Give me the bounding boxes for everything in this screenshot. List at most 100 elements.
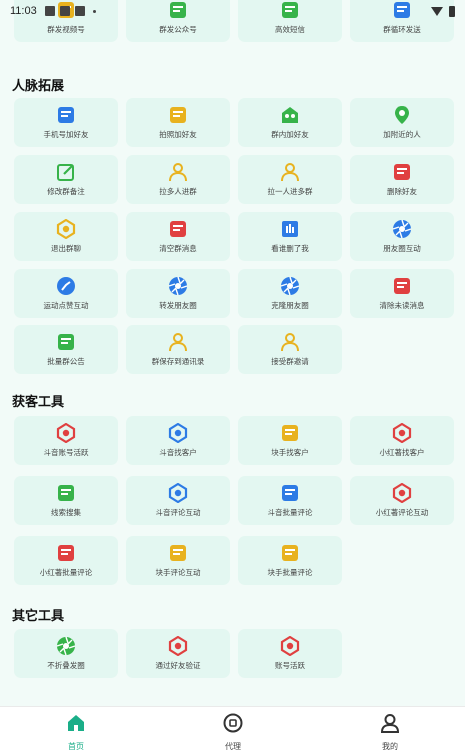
agent-icon <box>223 713 243 737</box>
tool-card[interactable]: 拉多人进群 <box>126 155 230 204</box>
comment-icon <box>168 483 188 503</box>
tool-card[interactable]: 群内加好友 <box>238 98 342 147</box>
tool-card-label: 小红著评论互动 <box>375 508 429 517</box>
exit-icon <box>56 219 76 239</box>
aperture-icon <box>392 219 412 239</box>
tool-card-label: 群发视频号 <box>47 25 85 34</box>
tool-card[interactable]: 块手批量评论 <box>238 536 342 585</box>
tool-card[interactable]: 接受群邀请 <box>238 325 342 374</box>
tool-card[interactable]: 账号活跃 <box>238 629 342 678</box>
nav-tab-label: 代理 <box>225 742 241 750</box>
tool-card[interactable]: 清空群消息 <box>126 212 230 261</box>
tool-card[interactable]: 手机号加好友 <box>14 98 118 147</box>
scroll-area[interactable]: 群发视频号 群发公众号 高效短信 群循环发送 人脉拓展 手机号加好友 拍照加好友 群内加好友 加… <box>0 0 465 706</box>
notification-icon <box>74 6 85 16</box>
tool-card-label: 斗音找客户 <box>159 448 197 457</box>
nav-tab-agent[interactable]: 代理 <box>203 713 263 750</box>
verify-icon <box>168 636 188 656</box>
notification-icon <box>59 6 70 16</box>
tool-card[interactable]: 块手找客户 <box>238 416 342 465</box>
tool-card-label: 看谁删了我 <box>271 244 309 253</box>
phone-contact-icon <box>56 105 76 125</box>
tv-icon <box>56 483 76 503</box>
more-notifications-icon <box>92 9 96 13</box>
status-time: 11:03 <box>10 5 37 17</box>
location-icon <box>392 105 412 125</box>
tool-card[interactable]: 斗音批量评论 <box>238 476 342 525</box>
tool-card[interactable]: 不折叠发圈 <box>14 629 118 678</box>
tool-card[interactable]: 小红著找客户 <box>350 416 454 465</box>
tool-card[interactable]: 拍照加好友 <box>126 98 230 147</box>
tool-card-label: 块手批量评论 <box>267 568 313 577</box>
tool-card[interactable]: 块手评论互动 <box>126 536 230 585</box>
tool-card-label: 斗音批量评论 <box>267 508 313 517</box>
tool-card[interactable]: 小红著批量评论 <box>14 536 118 585</box>
tool-card-label: 删除好友 <box>387 187 417 196</box>
section-title-acquire: 获客工具 <box>12 395 65 410</box>
home-icon <box>66 713 86 737</box>
tool-card[interactable]: 斗音账号活跃 <box>14 416 118 465</box>
tool-card[interactable]: 退出群聊 <box>14 212 118 261</box>
tool-card[interactable]: 线索搜集 <box>14 476 118 525</box>
tool-card-label: 拍照加好友 <box>159 130 197 139</box>
tool-card-label: 块手评论互动 <box>155 568 201 577</box>
tool-card[interactable]: 清除未读消息 <box>350 269 454 318</box>
save-contact-icon <box>168 332 188 352</box>
clear-icon <box>392 276 412 296</box>
accept-user-icon <box>280 332 300 352</box>
tool-card-label: 转发朋友圈 <box>159 301 197 310</box>
tool-card[interactable]: 转发朋友圈 <box>126 269 230 318</box>
tool-card[interactable]: 拉一人进多群 <box>238 155 342 204</box>
tool-card-label: 不折叠发圈 <box>47 661 85 670</box>
nav-tab-profile[interactable]: 我的 <box>360 713 420 750</box>
tool-card[interactable]: 朋友圈互动 <box>350 212 454 261</box>
doc-icon <box>280 483 300 503</box>
active-icon <box>280 636 300 656</box>
tool-card[interactable]: 小红著评论互动 <box>350 476 454 525</box>
run-icon <box>56 276 76 296</box>
red-book-icon <box>392 423 412 443</box>
tool-card[interactable]: 运动点赞互动 <box>14 269 118 318</box>
tool-card-label: 拉多人进群 <box>159 187 197 196</box>
group-icon <box>280 105 300 125</box>
tool-card-label: 群保存到通讯录 <box>151 357 205 366</box>
nav-tab-label: 我的 <box>382 742 398 750</box>
tool-card-label: 群内加好友 <box>271 130 309 139</box>
tool-card-label: 斗音账号活跃 <box>43 448 89 457</box>
tool-card-label: 斗音评论互动 <box>155 508 201 517</box>
nav-tab-label: 首页 <box>68 742 84 750</box>
tool-card-label: 克隆朋友圈 <box>271 301 309 310</box>
section-title-other: 其它工具 <box>12 609 65 624</box>
tool-card-label: 清除未读消息 <box>379 301 425 310</box>
scan-icon <box>280 219 300 239</box>
tool-card-label: 通过好友验证 <box>155 661 201 670</box>
add-user-icon <box>168 162 188 182</box>
comment-icon <box>392 483 412 503</box>
chat-list-icon <box>280 543 300 563</box>
trash-icon <box>392 162 412 182</box>
clear-icon <box>168 219 188 239</box>
status-bar: 11:03 <box>0 0 465 22</box>
doc-icon <box>56 543 76 563</box>
tool-card[interactable]: 克隆朋友圈 <box>238 269 342 318</box>
tool-card[interactable]: 斗音找客户 <box>126 416 230 465</box>
tool-card-label: 朋友圈互动 <box>383 244 421 253</box>
tool-card-label: 小红著批量评论 <box>39 568 93 577</box>
tool-card[interactable]: 斗音评论互动 <box>126 476 230 525</box>
aperture-icon <box>168 276 188 296</box>
tool-card[interactable]: 群保存到通讯录 <box>126 325 230 374</box>
pulse-icon <box>56 423 76 443</box>
tool-card[interactable]: 修改群备注 <box>14 155 118 204</box>
tool-card[interactable]: 批量群公告 <box>14 325 118 374</box>
tool-card[interactable]: 看谁删了我 <box>238 212 342 261</box>
send-icon <box>168 543 188 563</box>
tool-card[interactable]: 删除好友 <box>350 155 454 204</box>
bottom-nav: 首页 代理 我的 <box>0 706 465 750</box>
tool-card-label: 接受群邀请 <box>271 357 309 366</box>
tool-card[interactable]: 加附近的人 <box>350 98 454 147</box>
aperture-icon <box>280 276 300 296</box>
tool-card[interactable]: 通过好友验证 <box>126 629 230 678</box>
tool-card-label: 账号活跃 <box>275 661 305 670</box>
edit-icon <box>56 162 76 182</box>
nav-tab-home[interactable]: 首页 <box>46 713 106 750</box>
